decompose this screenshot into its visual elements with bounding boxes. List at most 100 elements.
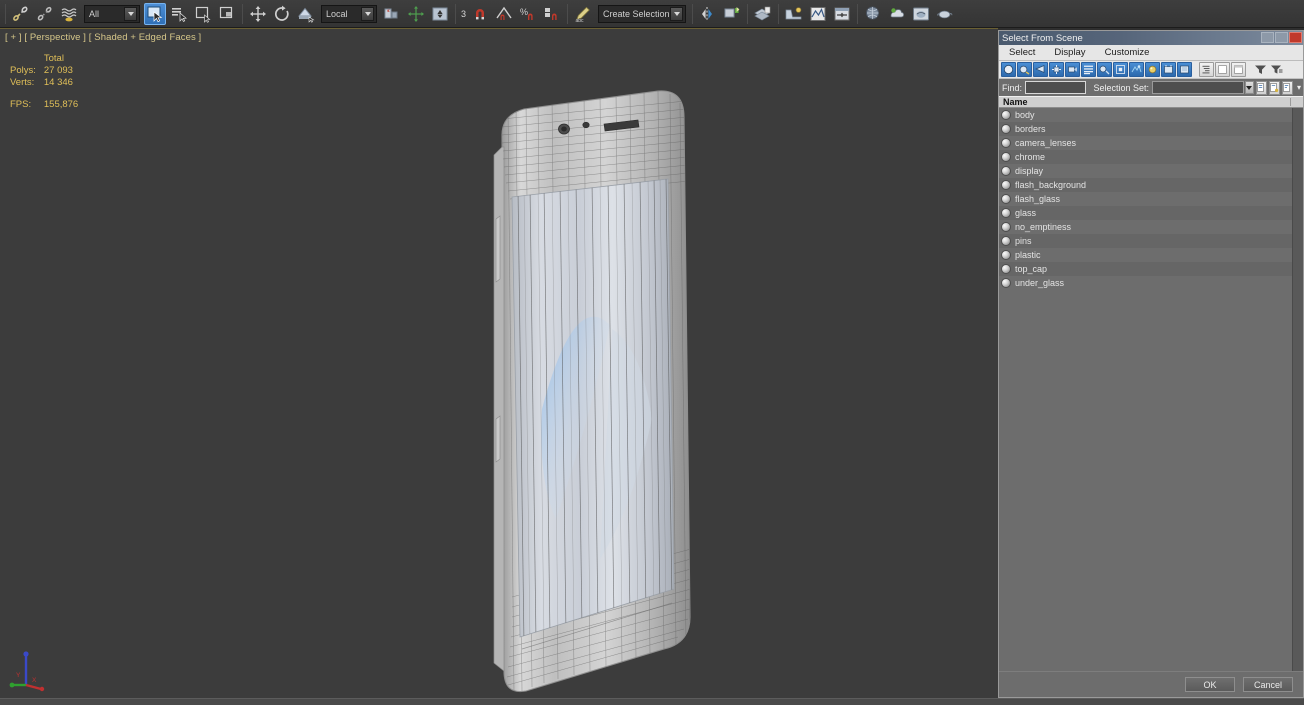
snap-toggle-icon[interactable] (469, 3, 491, 25)
percent-snap-toggle-icon[interactable]: % (517, 3, 539, 25)
list-item[interactable]: under_glass (999, 276, 1303, 290)
curve-editor-icon[interactable] (783, 3, 805, 25)
render-setup-icon[interactable] (886, 3, 908, 25)
chevron-down-icon[interactable] (361, 6, 374, 21)
dialog-title-bar[interactable]: Select From Scene (999, 31, 1303, 45)
edit-named-selection-sets-icon[interactable]: abc (572, 3, 594, 25)
display-children-icon[interactable] (1199, 62, 1214, 77)
filter-selected-icon[interactable] (1269, 62, 1284, 77)
overflow-chevron-icon[interactable]: ▾ (1297, 83, 1301, 92)
display-all-icon[interactable] (1001, 62, 1016, 77)
layer-explorer-icon[interactable] (752, 3, 774, 25)
list-item-label: chrome (1015, 152, 1046, 162)
toolbar-separator (242, 3, 243, 24)
display-containers-icon[interactable] (1161, 62, 1176, 77)
display-influences-icon[interactable] (1215, 62, 1230, 77)
expand-all-icon[interactable] (1231, 62, 1246, 77)
stats-fps-value: 155,876 (43, 99, 79, 110)
display-space-warps-icon[interactable] (1097, 62, 1112, 77)
display-xrefs-icon[interactable] (1129, 62, 1144, 77)
filter-icon[interactable] (1253, 62, 1268, 77)
selection-filter-value: All (89, 8, 100, 19)
display-shapes-icon[interactable] (1033, 62, 1048, 77)
scene-object-list[interactable]: body borders camera_lenses chrome displa… (999, 108, 1303, 671)
render-production-icon[interactable] (934, 3, 956, 25)
list-item[interactable]: no_emptiness (999, 220, 1303, 234)
angle-snap-toggle-icon[interactable] (493, 3, 515, 25)
smartphone-model[interactable] (482, 89, 712, 699)
chevron-down-icon[interactable] (124, 6, 137, 21)
menu-customize[interactable]: Customize (1105, 47, 1150, 58)
toolbar-separator (5, 3, 6, 24)
menu-display[interactable]: Display (1054, 47, 1085, 58)
list-item[interactable]: plastic (999, 248, 1303, 262)
rectangular-selection-region-icon[interactable] (192, 3, 214, 25)
list-item[interactable]: chrome (999, 150, 1303, 164)
maximize-button[interactable] (1275, 32, 1288, 43)
material-editor-icon[interactable] (862, 3, 884, 25)
perspective-viewport[interactable]: [ + ] [ Perspective ] [ Shaded + Edged F… (0, 28, 998, 705)
selection-set-chevron-down-icon[interactable] (1244, 81, 1254, 94)
select-and-rotate-icon[interactable] (271, 3, 293, 25)
list-item[interactable]: top_cap (999, 262, 1303, 276)
minimize-button[interactable] (1261, 32, 1274, 43)
stats-fps-label: FPS: (10, 99, 32, 110)
snaps-toggle-icon[interactable] (429, 3, 451, 25)
3ds-max-application-window: All Local 3 % abc Create Selection [+]… (0, 0, 1304, 705)
select-and-manipulate-icon[interactable] (405, 3, 427, 25)
select-none-button[interactable] (1255, 80, 1267, 95)
ok-button[interactable]: OK (1185, 677, 1235, 692)
mirror-icon[interactable] (697, 3, 719, 25)
selection-filter-combo[interactable]: All (84, 4, 140, 23)
list-item[interactable]: borders (999, 122, 1303, 136)
create-selection-set-combo[interactable]: Create Selection Se (598, 4, 687, 23)
object-sphere-icon (1001, 208, 1011, 218)
close-button[interactable] (1289, 32, 1302, 43)
column-resize-handle[interactable] (1290, 98, 1291, 106)
select-by-name-icon[interactable] (168, 3, 190, 25)
window-crossing-icon[interactable] (216, 3, 238, 25)
bind-to-space-warp-icon[interactable] (58, 3, 80, 25)
select-from-scene-dialog[interactable]: Select From Scene Select Display Customi… (998, 30, 1304, 698)
list-column-header[interactable]: Name (999, 96, 1303, 108)
display-helpers-icon[interactable] (1081, 62, 1096, 77)
find-input[interactable] (1025, 81, 1086, 94)
track-view-icon[interactable] (831, 3, 853, 25)
select-children-button[interactable] (1281, 80, 1293, 95)
phone-screen (511, 178, 675, 638)
select-invert-button[interactable] (1268, 80, 1280, 95)
display-cameras-icon[interactable] (1065, 62, 1080, 77)
list-item[interactable]: flash_glass (999, 192, 1303, 206)
unlink-icon[interactable] (34, 3, 56, 25)
list-vertical-scrollbar[interactable] (1292, 108, 1303, 671)
viewport-label[interactable]: [ + ] [ Perspective ] [ Shaded + Edged F… (5, 32, 201, 43)
select-and-scale-icon[interactable] (295, 3, 317, 25)
main-toolbar: All Local 3 % abc Create Selection (0, 0, 1304, 28)
display-geometry-icon[interactable] (1017, 62, 1032, 77)
select-object-icon[interactable] (144, 2, 166, 25)
list-item[interactable]: glass (999, 206, 1303, 220)
align-icon[interactable] (721, 3, 743, 25)
display-lights-icon[interactable] (1049, 62, 1064, 77)
menu-select[interactable]: Select (1009, 47, 1035, 58)
list-item[interactable]: display (999, 164, 1303, 178)
reference-coordinate-system-combo[interactable]: Local (321, 4, 377, 23)
list-item[interactable]: body (999, 108, 1303, 122)
chevron-down-icon[interactable] (670, 6, 684, 21)
display-frozen-icon[interactable] (1177, 62, 1192, 77)
cancel-button[interactable]: Cancel (1243, 677, 1293, 692)
link-icon[interactable] (10, 3, 32, 25)
list-item[interactable]: pins (999, 234, 1303, 248)
display-bones-icon[interactable] (1145, 62, 1160, 77)
schematic-view-icon[interactable] (807, 3, 829, 25)
spinner-snap-toggle-icon[interactable] (541, 3, 563, 25)
display-groups-icon[interactable] (1113, 62, 1128, 77)
rendered-frame-window-icon[interactable] (910, 3, 932, 25)
list-item[interactable]: flash_background (999, 178, 1303, 192)
selection-set-input[interactable] (1152, 81, 1244, 94)
stats-verts-label: Verts: (10, 77, 35, 88)
use-pivot-point-center-icon[interactable] (381, 3, 403, 25)
front-camera-icon (558, 123, 570, 135)
list-item[interactable]: camera_lenses (999, 136, 1303, 150)
select-and-move-icon[interactable] (247, 3, 269, 25)
